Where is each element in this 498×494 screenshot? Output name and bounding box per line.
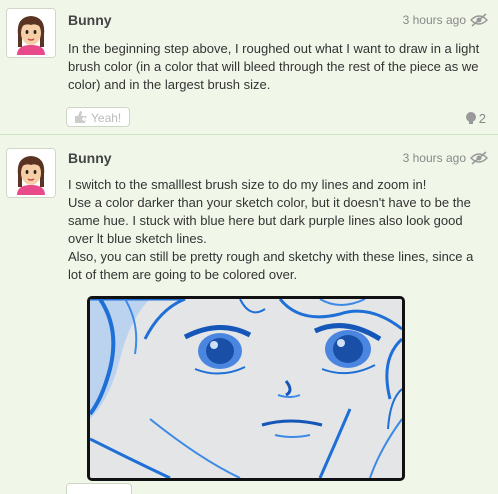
eye-icon <box>470 151 488 165</box>
eye-icon <box>470 13 488 27</box>
yeah-button[interactable]: Yeah! <box>66 107 130 127</box>
user-name[interactable]: Bunny <box>68 150 112 166</box>
post-text: In the beginning step above, I roughed o… <box>68 41 480 92</box>
timestamp: 3 hours ago <box>402 13 466 27</box>
post-body: I switch to the smalllest brush size to … <box>68 176 488 284</box>
sketch-drawing <box>90 299 402 478</box>
mii-avatar-icon <box>7 149 55 197</box>
post-1: Bunny 3 hours ago In the beginning step … <box>0 0 498 135</box>
avatar[interactable] <box>6 148 56 198</box>
comment-bubble-icon <box>465 112 476 124</box>
post-image[interactable] <box>87 296 405 481</box>
user-name[interactable]: Bunny <box>68 12 112 28</box>
yeah-hand-icon <box>75 111 87 123</box>
mii-avatar-icon <box>7 9 55 57</box>
post-2: Bunny 3 hours ago I switch to the smalll… <box>0 136 498 494</box>
post-text: I switch to the smalllest brush size to … <box>68 177 474 282</box>
avatar[interactable] <box>6 8 56 58</box>
post-body: In the beginning step above, I roughed o… <box>68 40 488 94</box>
comment-count-value: 2 <box>478 111 486 126</box>
timestamp: 3 hours ago <box>402 151 466 165</box>
comment-count[interactable]: 2 <box>465 111 486 126</box>
yeah-label: Yeah! <box>91 111 122 125</box>
